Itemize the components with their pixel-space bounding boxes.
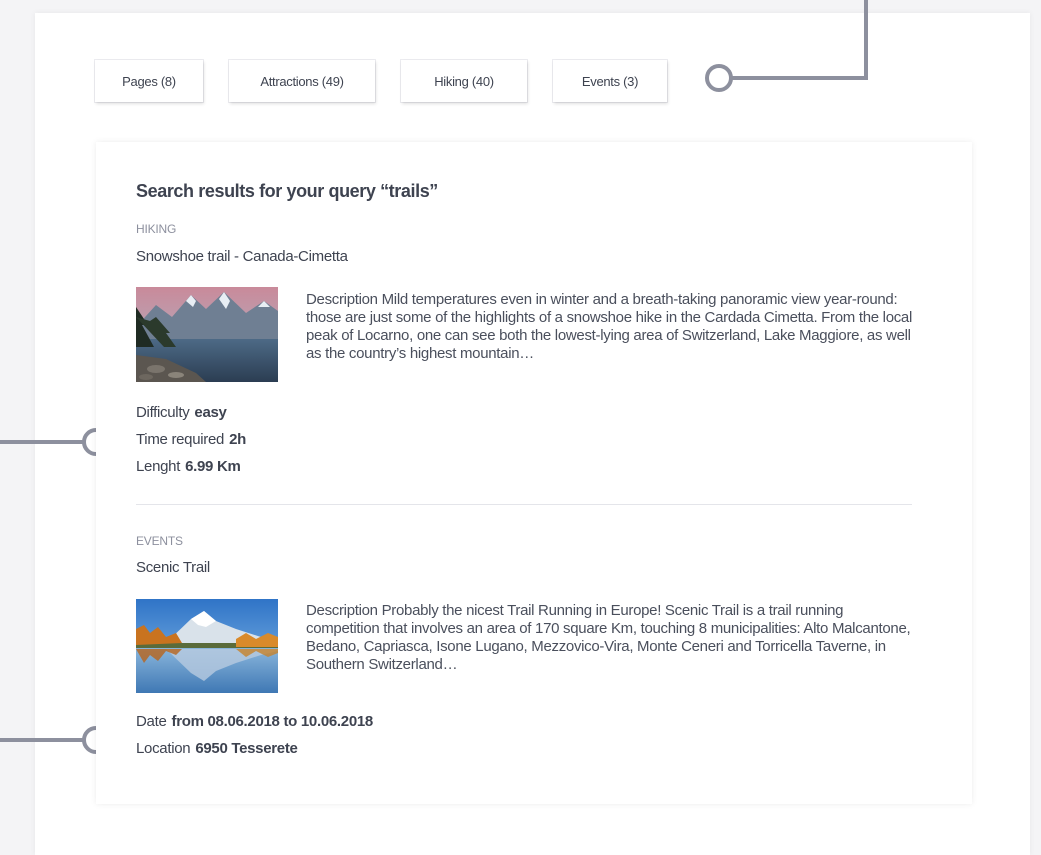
result-title-link[interactable]: Snowshoe trail - Canada-Cimetta (136, 248, 348, 265)
length-row: Lenght 6.99 Km (136, 458, 241, 475)
result-category: HIKING (136, 222, 177, 236)
annotation-line (0, 440, 86, 444)
time-required-label: Time required (136, 431, 225, 448)
tab-events-label: Events (3) (581, 73, 639, 89)
tab-attractions[interactable]: Attractions (49) (229, 60, 375, 102)
tab-hiking[interactable]: Hiking (40) (401, 60, 527, 102)
length-label: Lenght (136, 458, 181, 475)
tab-hiking-label: Hiking (40) (434, 73, 494, 89)
results-heading: Search results for your query “trails” (136, 181, 438, 201)
result-title-link[interactable]: Scenic Trail (136, 559, 210, 576)
time-required-row: Time required 2h (136, 431, 246, 448)
location-label: Location (136, 740, 191, 757)
date-value: from 08.06.2018 to 10.06.2018 (171, 713, 374, 730)
tab-events[interactable]: Events (3) (553, 60, 667, 102)
result-thumbnail[interactable] (136, 599, 278, 693)
difficulty-row: Difficulty easy (136, 404, 227, 421)
tab-pages[interactable]: Pages (8) (95, 60, 203, 102)
time-required-value: 2h (229, 431, 246, 448)
annotation-line (730, 76, 868, 80)
result-thumbnail[interactable] (136, 287, 278, 382)
date-label: Date (136, 713, 167, 730)
result-description: Description Probably the nicest Trail Ru… (306, 602, 911, 673)
result-description: Description Mild temperatures even in wi… (306, 291, 913, 362)
annotation-marker (705, 64, 733, 92)
location-row: Location 6950 Tesserete (136, 740, 298, 757)
date-row: Date from 08.06.2018 to 10.06.2018 (136, 713, 373, 730)
result-category: EVENTS (136, 534, 183, 548)
annotation-line (864, 0, 868, 80)
difficulty-label: Difficulty (136, 404, 190, 421)
length-value: 6.99 Km (185, 458, 241, 475)
tab-pages-label: Pages (8) (122, 73, 176, 89)
annotation-line (0, 738, 86, 742)
difficulty-value: easy (194, 404, 227, 421)
location-value: 6950 Tesserete (195, 740, 298, 757)
result-type-tabs: Pages (8) Attractions (49) Hiking (40) E… (95, 60, 667, 102)
tab-attractions-label: Attractions (49) (260, 73, 344, 89)
result-divider (136, 504, 912, 505)
